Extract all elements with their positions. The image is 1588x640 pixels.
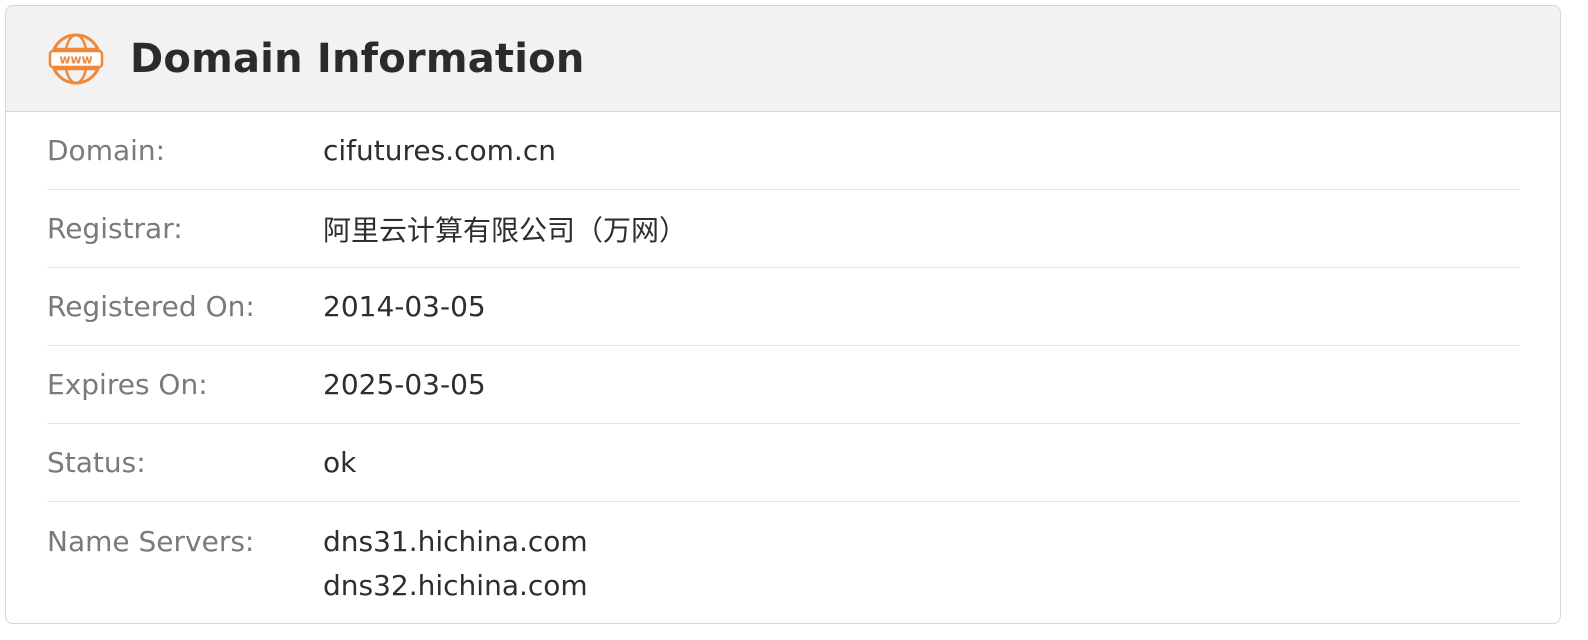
info-rows: Domain: cifutures.com.cn Registrar: 阿里云计… xyxy=(6,112,1560,614)
registrar-label: Registrar: xyxy=(47,212,183,245)
registrar-value: 阿里云计算有限公司（万网） xyxy=(323,213,688,247)
row-status: Status: ok xyxy=(47,424,1520,502)
row-registrar: Registrar: 阿里云计算有限公司（万网） xyxy=(47,190,1520,268)
status-label: Status: xyxy=(47,446,146,479)
www-icon-text: www xyxy=(59,52,92,66)
name-servers-label: Name Servers: xyxy=(47,525,255,558)
name-servers-list: dns31.hichina.com dns32.hichina.com xyxy=(323,520,588,608)
row-registered-on: Registered On: 2014-03-05 xyxy=(47,268,1520,346)
row-expires-on: Expires On: 2025-03-05 xyxy=(47,346,1520,424)
card-header: www Domain Information xyxy=(6,6,1560,112)
status-value: ok xyxy=(323,446,357,479)
name-server-1: dns31.hichina.com xyxy=(323,525,588,558)
registered-on-value: 2014-03-05 xyxy=(323,290,486,323)
name-server-2: dns32.hichina.com xyxy=(323,569,588,602)
registered-on-label: Registered On: xyxy=(47,290,255,323)
domain-value: cifutures.com.cn xyxy=(323,134,556,167)
www-globe-icon: www xyxy=(48,31,104,87)
expires-on-label: Expires On: xyxy=(47,368,208,401)
expires-on-value: 2025-03-05 xyxy=(323,368,486,401)
row-name-servers: Name Servers: dns31.hichina.com dns32.hi… xyxy=(47,502,1520,614)
domain-label: Domain: xyxy=(47,134,166,167)
row-domain: Domain: cifutures.com.cn xyxy=(47,112,1520,190)
page-title: Domain Information xyxy=(130,35,585,82)
domain-information-card: www Domain Information Domain: cifutures… xyxy=(5,5,1561,624)
